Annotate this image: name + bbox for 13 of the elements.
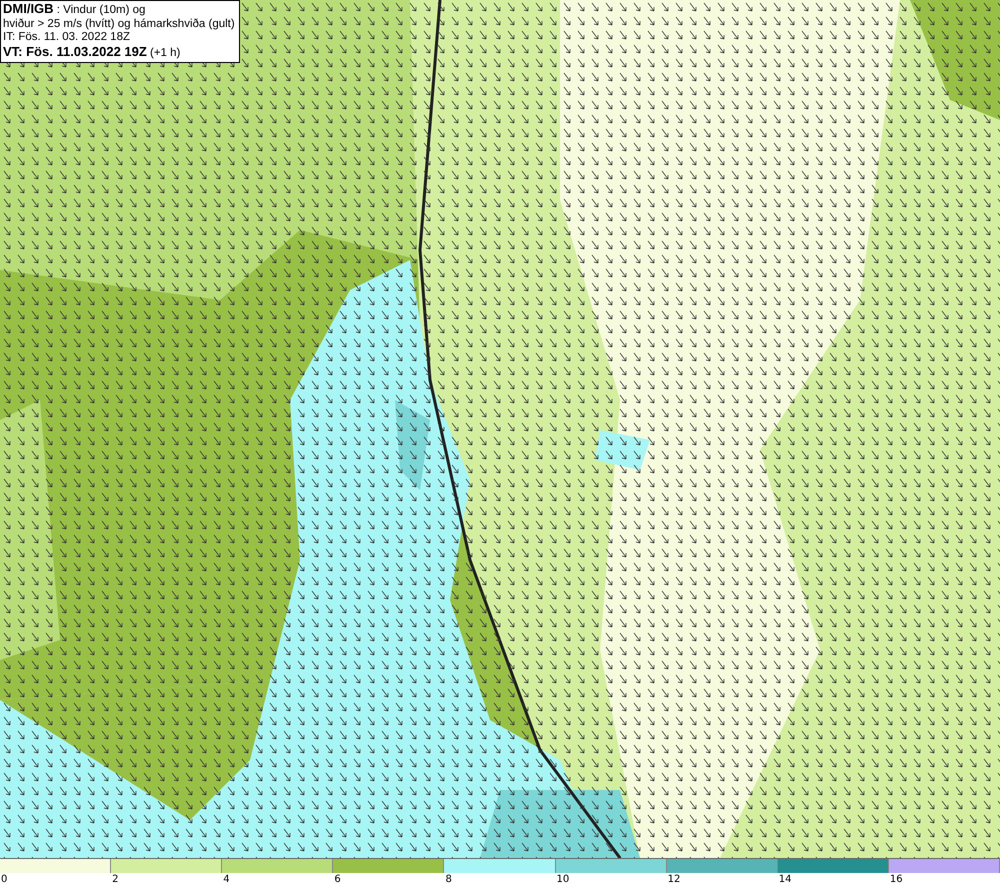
legend-label: 4 — [222, 873, 230, 886]
info-text: VT: Fös. 11.03.2022 19Z (+1 h) — [3, 44, 182, 60]
legend-label: 2 — [111, 873, 118, 886]
legend-label: 10 — [556, 873, 570, 886]
legend-label: 14 — [778, 873, 792, 886]
legend-label: 8 — [444, 873, 452, 886]
legend-label: 0 — [0, 873, 8, 886]
info-text: hviður > 25 m/s (hvítt) og hámarkshviða (gult) — [3, 18, 235, 31]
info-text: IT: Fös. 11. 03. 2022 18Z — [3, 31, 131, 44]
legend-label: 6 — [333, 873, 341, 886]
legend-label: 16 — [888, 873, 903, 886]
info-text: DMI/IGB : Vindur (10m) og — [3, 2, 146, 18]
legend-label: 12 — [666, 873, 680, 886]
